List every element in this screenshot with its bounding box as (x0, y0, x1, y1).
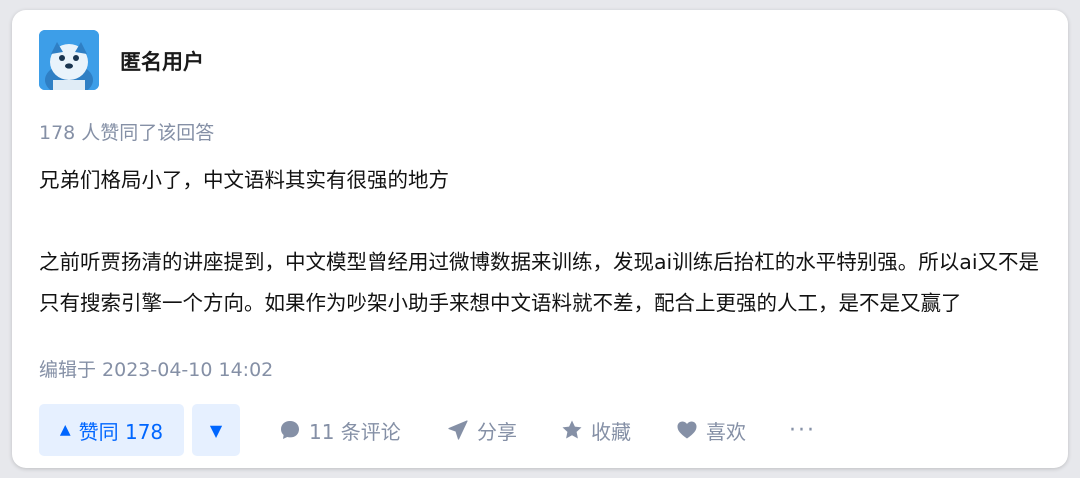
collect-label: 收藏 (591, 419, 631, 444)
like-label: 喜欢 (706, 419, 746, 444)
collect-button[interactable]: 收藏 (561, 404, 631, 456)
comments-button[interactable]: 11 条评论 (279, 404, 401, 456)
triangle-down-icon: ▼ (209, 420, 223, 440)
share-button[interactable]: 分享 (447, 404, 517, 456)
upvote-label: 赞同 178 (78, 419, 164, 444)
comment-bubble-icon (279, 419, 301, 441)
comments-label: 11 条评论 (309, 419, 401, 444)
more-label: ··· (789, 417, 816, 443)
downvote-button[interactable]: ▼ (192, 404, 240, 456)
edit-timestamp: 编辑于 2023-04-10 14:02 (39, 359, 274, 381)
author-name[interactable]: 匿名用户 (120, 46, 204, 76)
triangle-up-icon: ▲ (59, 422, 71, 438)
answer-paragraph: 兄弟们格局小了，中文语料其实有很强的地方 (39, 168, 449, 192)
share-label: 分享 (477, 419, 517, 444)
action-bar: ▲ 赞同 178 ▼ 11 条评论 分享 收藏 喜欢 ··· (39, 404, 1048, 456)
avatar[interactable] (39, 30, 99, 90)
more-options-button[interactable]: ··· (789, 404, 816, 456)
upvote-summary: 178 人赞同了该回答 (39, 122, 215, 144)
paper-plane-icon (447, 419, 469, 441)
answer-paragraph: 之前听贾扬清的讲座提到，中文模型曾经用过微博数据来训练，发现ai训练后抬杠的水平… (39, 250, 1040, 315)
anonymous-bird-avatar-icon (39, 30, 99, 90)
answer-content: 兄弟们格局小了，中文语料其实有很强的地方 之前听贾扬清的讲座提到，中文模型曾经用… (39, 160, 1049, 324)
like-button[interactable]: 喜欢 (676, 404, 746, 456)
upvote-button[interactable]: ▲ 赞同 178 (39, 404, 184, 456)
star-icon (561, 419, 583, 441)
heart-icon (676, 419, 698, 441)
answer-card: 匿名用户 178 人赞同了该回答 兄弟们格局小了，中文语料其实有很强的地方 之前… (12, 10, 1068, 468)
